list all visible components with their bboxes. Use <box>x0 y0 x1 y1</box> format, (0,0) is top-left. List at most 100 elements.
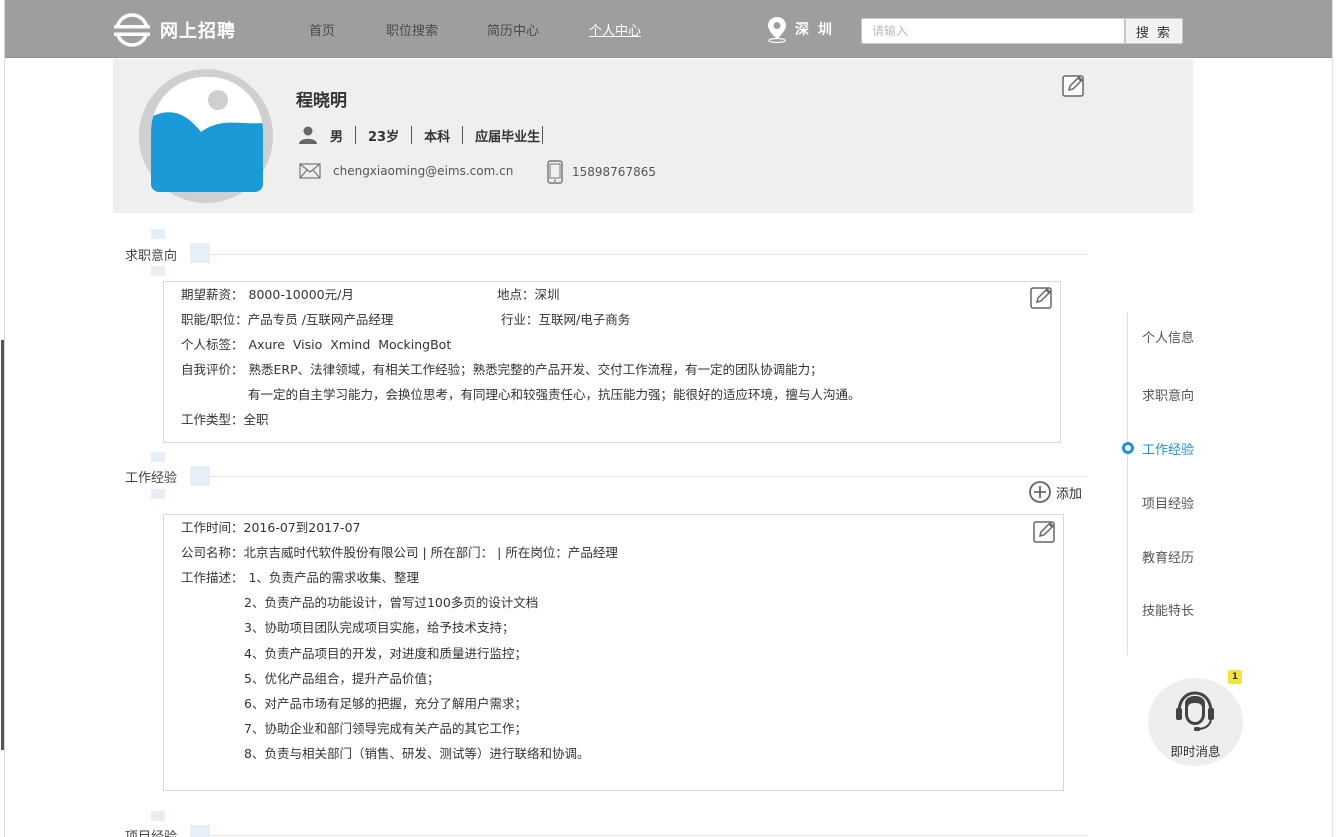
side-nav-track <box>1127 312 1128 655</box>
divider <box>355 126 357 144</box>
avatar[interactable] <box>139 69 273 203</box>
section-marker <box>151 452 165 462</box>
section-divider <box>210 254 1088 255</box>
job-type-label: 工作类型： <box>181 412 244 427</box>
section-title-project: 项目经验 <box>125 826 177 837</box>
divider <box>411 126 413 144</box>
industry-value: 互联网/电子商务 <box>538 312 631 327</box>
email-text: chengxiaoming@eims.com.cn <box>333 164 514 178</box>
salary-row: 期望薪资： 8000-10000元/月 <box>181 284 354 303</box>
phone-text: 15898767865 <box>572 165 656 179</box>
side-nav-skills[interactable]: 技能特长 <box>1142 600 1194 619</box>
add-label: 添加 <box>1056 486 1083 502</box>
profile-email: chengxiaoming@eims.com.cn <box>299 163 513 179</box>
section-title-work: 工作经验 <box>125 471 178 486</box>
avatar-image <box>151 77 263 192</box>
profile-info-line: 男 23岁 本科 应届毕业生 <box>298 125 555 145</box>
site-name: 网上招聘 <box>160 21 236 42</box>
location-label: 地点： <box>497 287 535 302</box>
search-input[interactable] <box>861 18 1125 44</box>
section-marker <box>190 825 210 837</box>
work-desc-item: 3、协助项目团队完成项目实施，给予技术支持； <box>244 620 515 635</box>
industry-label: 行业： <box>501 312 539 327</box>
add-work-button[interactable]: 添加 <box>1028 480 1082 504</box>
location-value: 深圳 <box>534 287 560 302</box>
nav-personal-center[interactable]: 个人中心 <box>589 20 641 39</box>
edit-profile-icon[interactable] <box>1062 73 1086 97</box>
section-marker <box>151 489 165 499</box>
work-desc-item: 7、协助企业和部门领导完成有关产品的其它工作； <box>244 721 527 736</box>
work-time-value: 2016-07到2017-07 <box>243 520 361 535</box>
chat-label: 即时消息 <box>1170 744 1221 759</box>
side-nav-personal-info[interactable]: 个人信息 <box>1142 327 1194 346</box>
work-desc-item: 1、负责产品的需求收集、整理 <box>248 570 419 585</box>
profile-age: 23岁 <box>368 129 400 145</box>
self-eval-row: 自我评价： 熟悉ERP、法律领域，有相关工作经验；熟悉完整的产品开发、交付工作流程… <box>181 359 823 378</box>
site-logo[interactable]: 网上招聘 <box>112 12 236 48</box>
search-button[interactable]: 搜 索 <box>1125 18 1183 44</box>
profile-gender: 男 <box>330 129 344 145</box>
scrollbar-left[interactable] <box>1 340 4 750</box>
position-value: 产品专员 /互联网产品经理 <box>247 312 394 327</box>
top-bar: 网上招聘 首页 职位搜索 简历中心 个人中心 深 圳 搜 索 <box>5 0 1332 58</box>
city-label: 深 圳 <box>795 22 834 38</box>
tags-row: 个人标签： Axure Visio Xmind MockingBot <box>181 334 451 353</box>
profile-status: 应届毕业生 <box>475 129 541 145</box>
nav-resume-center[interactable]: 简历中心 <box>487 20 539 39</box>
divider <box>542 126 544 144</box>
self-eval-label: 自我评价： <box>181 362 244 377</box>
profile-name: 程晓明 <box>296 91 347 111</box>
notification-badge: 1 <box>1228 670 1242 684</box>
nav-home[interactable]: 首页 <box>309 20 335 39</box>
edit-work-icon[interactable] <box>1033 519 1057 543</box>
work-desc-item: 4、负责产品项目的开发，对进度和质量进行监控； <box>244 646 527 661</box>
instant-message-button[interactable]: 即时消息 <box>1148 678 1243 766</box>
work-desc-label: 工作描述： <box>181 570 244 585</box>
side-nav-active-dot <box>1122 442 1134 454</box>
user-icon <box>299 126 317 144</box>
job-type-row: 工作类型：全职 <box>181 409 269 428</box>
work-desc-item: 2、负责产品的功能设计，曾写过100多页的设计文档 <box>244 595 539 610</box>
section-marker <box>151 811 165 821</box>
company-row: 公司名称：北京吉威时代软件股份有限公司 | 所在部门： | 所在岗位：产品经理 <box>181 545 618 560</box>
divider <box>462 126 464 144</box>
side-nav-education[interactable]: 教育经历 <box>1142 547 1194 566</box>
work-time-label: 工作时间： <box>181 520 244 535</box>
work-desc-row: 工作描述： 1、负责产品的需求收集、整理 <box>181 567 419 586</box>
headset-agent-icon <box>1176 691 1214 731</box>
section-title-intent: 求职意向 <box>125 249 178 264</box>
profile-education: 本科 <box>424 129 451 145</box>
section-marker <box>190 243 210 263</box>
window-right-edge <box>1332 0 1337 837</box>
side-nav-project-experience[interactable]: 项目经验 <box>1142 493 1194 512</box>
job-type-value: 全职 <box>243 412 269 427</box>
industry-row: 行业：互联网/电子商务 <box>501 309 630 328</box>
nav-job-search[interactable]: 职位搜索 <box>386 20 438 39</box>
logo-icon <box>114 13 150 47</box>
position-row: 职能/职位：产品专员 /互联网产品经理 <box>181 309 393 328</box>
salary-label: 期望薪资： <box>181 287 244 302</box>
image-placeholder-icon <box>151 90 263 192</box>
position-label: 职能/职位： <box>181 312 248 327</box>
edit-intent-icon[interactable] <box>1030 285 1054 309</box>
salary-value: 8000-10000元/月 <box>248 287 354 302</box>
profile-banner: 程晓明 男 23岁 本科 应届毕业生 chengxiaoming@eims.co… <box>113 59 1193 213</box>
tags-value: Axure Visio Xmind MockingBot <box>248 337 452 352</box>
window-left-edge <box>0 0 5 837</box>
work-desc-item: 6、对产品市场有足够的把握，充分了解用户需求； <box>244 696 527 711</box>
side-nav-work-experience[interactable]: 工作经验 <box>1142 439 1194 458</box>
section-marker <box>151 266 165 276</box>
city-selector[interactable]: 深 圳 <box>765 15 834 43</box>
work-desc-item: 8、负责与相关部门（销售、研发、测试等）进行联络和协调。 <box>244 746 590 761</box>
section-marker <box>190 466 210 486</box>
profile-phone: 15898767865 <box>546 160 656 184</box>
plus-circle-icon <box>1029 481 1051 503</box>
section-divider <box>210 476 1088 477</box>
section-marker <box>151 229 165 239</box>
side-nav-job-intent[interactable]: 求职意向 <box>1142 385 1194 404</box>
section-divider <box>210 835 1088 836</box>
work-desc-item: 5、优化产品组合，提升产品价值； <box>244 671 440 686</box>
self-eval-line-1: 熟悉ERP、法律领域，有相关工作经验；熟悉完整的产品开发、交付工作流程，有一定的… <box>248 362 823 377</box>
work-time-row: 工作时间：2016-07到2017-07 <box>181 517 360 536</box>
phone-icon <box>547 160 563 184</box>
